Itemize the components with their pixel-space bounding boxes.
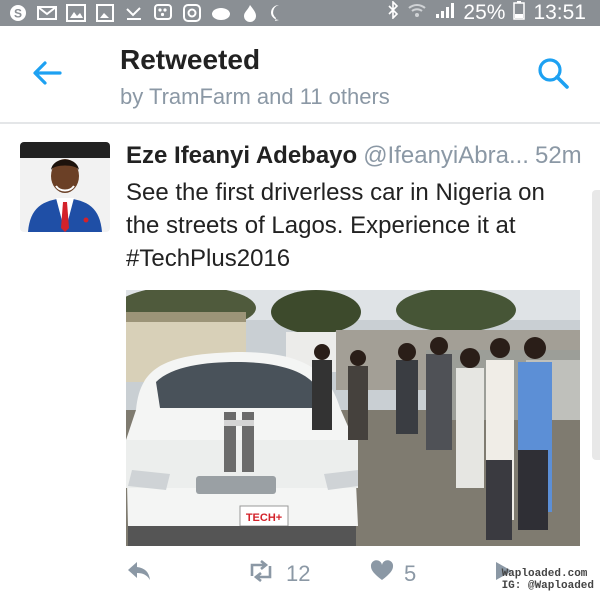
clock: 13:51 <box>533 1 586 24</box>
watermark: Waploaded.com IG: @Waploaded <box>502 568 594 592</box>
wifi-icon <box>407 1 427 25</box>
photo-badge-text: TECH+ <box>246 512 282 524</box>
skype-icon: S <box>8 4 28 22</box>
battery-icon <box>513 0 526 26</box>
back-arrow-icon[interactable] <box>30 56 64 90</box>
bluetooth-icon <box>387 0 399 25</box>
author-handle[interactable]: @IfeanyiAbra... <box>363 142 529 169</box>
avatar[interactable] <box>20 142 110 232</box>
status-bar: S 25% 13:51 <box>0 0 600 26</box>
tweet-author-line[interactable]: Eze Ifeanyi Adebayo @IfeanyiAbra... 52m <box>126 142 596 170</box>
app-header: Retweeted by TramFarm and 11 others <box>0 26 600 124</box>
scroll-edge <box>592 190 600 460</box>
svg-text:S: S <box>14 7 22 21</box>
fire-icon <box>240 4 260 22</box>
mail-icon <box>37 4 57 22</box>
heart-icon <box>370 560 394 588</box>
system-status: 25% 13:51 <box>387 0 600 26</box>
watermark-line1: Waploaded.com <box>501 568 588 580</box>
watermark-line2: IG: @Waploaded <box>501 580 594 592</box>
retweet-count: 12 <box>286 561 311 586</box>
notification-icons: S <box>0 4 289 22</box>
like-button[interactable]: 5 <box>370 560 416 588</box>
reply-button[interactable] <box>126 560 152 588</box>
missed-call-icon <box>124 4 144 22</box>
tweet-timestamp: 52m <box>534 142 582 169</box>
image-icon <box>95 4 115 22</box>
retweeted-by-text[interactable]: by TramFarm and 11 others <box>120 84 390 110</box>
tweet-photo[interactable]: TECH+ <box>126 290 580 546</box>
instagram-icon <box>182 4 202 22</box>
search-icon[interactable] <box>536 56 570 90</box>
cloud-icon <box>211 4 231 22</box>
signal-icon <box>435 1 455 25</box>
battery-percent: 25% <box>463 1 506 24</box>
page-title: Retweeted <box>120 44 261 75</box>
gallery-icon <box>66 4 86 22</box>
bbm-icon <box>153 4 173 22</box>
author-name[interactable]: Eze Ifeanyi Adebayo <box>126 142 357 169</box>
messenger-icon <box>269 4 289 22</box>
tweet[interactable]: Eze Ifeanyi Adebayo @IfeanyiAbra... 52m Se… <box>0 124 600 600</box>
reply-icon <box>126 560 152 588</box>
tweet-text: See the first driverless car in Nigeria … <box>126 179 545 272</box>
retweet-button[interactable]: 12 <box>246 559 311 588</box>
like-count: 5 <box>404 561 417 586</box>
retweet-icon <box>246 559 276 588</box>
